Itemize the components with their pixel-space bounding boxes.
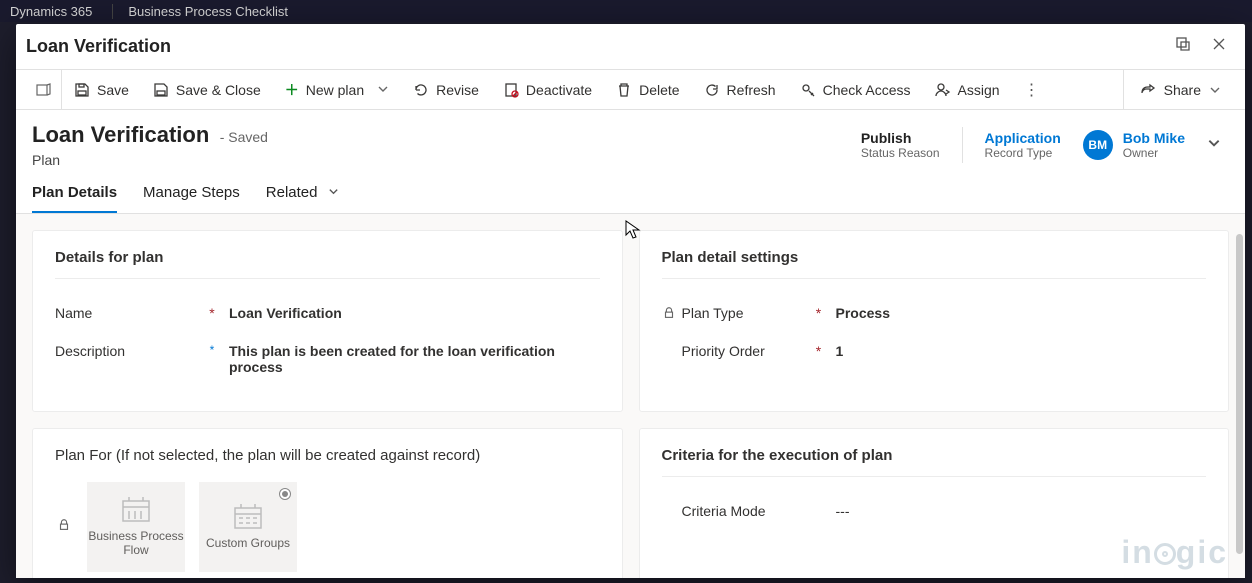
new-plan-button[interactable]: ＋ New plan bbox=[273, 70, 401, 109]
entity-name: Plan bbox=[32, 152, 268, 168]
header-expand-button[interactable] bbox=[1207, 136, 1221, 155]
criteria-mode-value[interactable]: --- bbox=[826, 503, 1207, 519]
command-bar: Save Save & Close ＋ New plan Revise Deac… bbox=[16, 70, 1245, 110]
criteria-mode-label: Criteria Mode bbox=[662, 503, 812, 519]
plan-for-card: Plan For (If not selected, the plan will… bbox=[32, 428, 623, 578]
priority-field[interactable]: Priority Order * 1 bbox=[662, 335, 1207, 373]
status-reason-label: Status Reason bbox=[861, 146, 940, 160]
radio-selected-icon bbox=[279, 488, 291, 500]
record-type-label: Record Type bbox=[985, 146, 1061, 160]
chevron-down-icon bbox=[328, 184, 339, 201]
popout-icon[interactable] bbox=[1173, 36, 1193, 57]
plan-type-label: Plan Type bbox=[662, 305, 812, 321]
page-header: Loan Verification - Saved Plan Publish S… bbox=[16, 110, 1245, 168]
record-title: Loan Verification bbox=[32, 122, 209, 147]
criteria-heading: Criteria for the execution of plan bbox=[662, 447, 1207, 477]
modal-header: Loan Verification bbox=[16, 24, 1245, 70]
priority-value[interactable]: 1 bbox=[826, 343, 1207, 359]
module-label: Business Process Checklist bbox=[112, 4, 288, 19]
chevron-down-icon bbox=[377, 82, 389, 98]
tile-custom-groups[interactable]: Custom Groups bbox=[199, 482, 297, 572]
tab-manage-steps[interactable]: Manage Steps bbox=[143, 184, 240, 213]
status-reason-block: Publish Status Reason bbox=[861, 130, 940, 160]
modal-title: Loan Verification bbox=[26, 36, 171, 57]
settings-card: Plan detail settings Plan Type * Process… bbox=[639, 230, 1230, 412]
description-field[interactable]: Description * This plan is been created … bbox=[55, 335, 600, 389]
required-marker: * bbox=[812, 343, 826, 359]
criteria-card: Criteria for the execution of plan Crite… bbox=[639, 428, 1230, 578]
owner-name[interactable]: Bob Mike bbox=[1123, 130, 1185, 146]
deactivate-button[interactable]: Deactivate bbox=[491, 70, 604, 109]
name-label: Name bbox=[55, 305, 205, 321]
priority-label: Priority Order bbox=[662, 343, 812, 359]
required-marker: * bbox=[205, 305, 219, 321]
description-value[interactable]: This plan is been created for the loan v… bbox=[219, 343, 600, 375]
record-type-value[interactable]: Application bbox=[985, 130, 1061, 146]
tab-plan-details[interactable]: Plan Details bbox=[32, 184, 117, 213]
divider bbox=[962, 127, 963, 163]
owner-avatar[interactable]: BM bbox=[1083, 130, 1113, 160]
save-button[interactable]: Save bbox=[62, 70, 141, 109]
owner-block: BM Bob Mike Owner bbox=[1083, 130, 1185, 160]
plan-type-value: Process bbox=[826, 305, 1207, 321]
back-popout-button[interactable] bbox=[24, 70, 62, 109]
close-icon[interactable] bbox=[1209, 36, 1229, 57]
share-button[interactable]: Share bbox=[1123, 70, 1237, 109]
owner-label: Owner bbox=[1123, 146, 1185, 160]
settings-heading: Plan detail settings bbox=[662, 249, 1207, 279]
lock-icon bbox=[662, 306, 676, 320]
name-field[interactable]: Name * Loan Verification bbox=[55, 297, 600, 335]
description-label: Description bbox=[55, 343, 205, 359]
form-tabs: Plan Details Manage Steps Related bbox=[16, 168, 1245, 214]
plan-for-heading: Plan For (If not selected, the plan will… bbox=[55, 447, 600, 476]
plan-type-field: Plan Type * Process bbox=[662, 297, 1207, 335]
criteria-mode-field[interactable]: Criteria Mode --- bbox=[662, 495, 1207, 533]
details-card: Details for plan Name * Loan Verificatio… bbox=[32, 230, 623, 412]
refresh-button[interactable]: Refresh bbox=[692, 70, 788, 109]
assign-button[interactable]: Assign bbox=[923, 70, 1012, 109]
record-type-block: Application Record Type bbox=[985, 130, 1061, 160]
background-app-bar: Dynamics 365 Business Process Checklist bbox=[0, 0, 1252, 22]
save-close-button[interactable]: Save & Close bbox=[141, 70, 273, 109]
scrollbar[interactable] bbox=[1236, 234, 1243, 554]
record-modal: Loan Verification Save Save & Close ＋ Ne… bbox=[16, 24, 1245, 578]
calendar-icon bbox=[121, 497, 151, 523]
delete-button[interactable]: Delete bbox=[604, 70, 691, 109]
revise-button[interactable]: Revise bbox=[401, 70, 491, 109]
details-heading: Details for plan bbox=[55, 249, 600, 279]
tab-related[interactable]: Related bbox=[266, 184, 339, 213]
lock-icon bbox=[55, 518, 73, 537]
name-value[interactable]: Loan Verification bbox=[219, 305, 600, 321]
form-content: Details for plan Name * Loan Verificatio… bbox=[16, 214, 1245, 578]
required-marker: * bbox=[812, 305, 826, 321]
calendar-grid-icon bbox=[233, 504, 263, 530]
chevron-down-icon bbox=[1209, 84, 1221, 96]
recommended-marker: * bbox=[205, 343, 219, 357]
brand-label: Dynamics 365 bbox=[10, 4, 92, 19]
overflow-button[interactable]: ⋮ bbox=[1012, 80, 1052, 100]
saved-indicator: - Saved bbox=[220, 129, 268, 145]
status-reason-value: Publish bbox=[861, 130, 940, 146]
tile-business-process-flow[interactable]: Business Process Flow bbox=[87, 482, 185, 572]
check-access-button[interactable]: Check Access bbox=[788, 70, 923, 109]
plus-icon: ＋ bbox=[285, 80, 299, 100]
